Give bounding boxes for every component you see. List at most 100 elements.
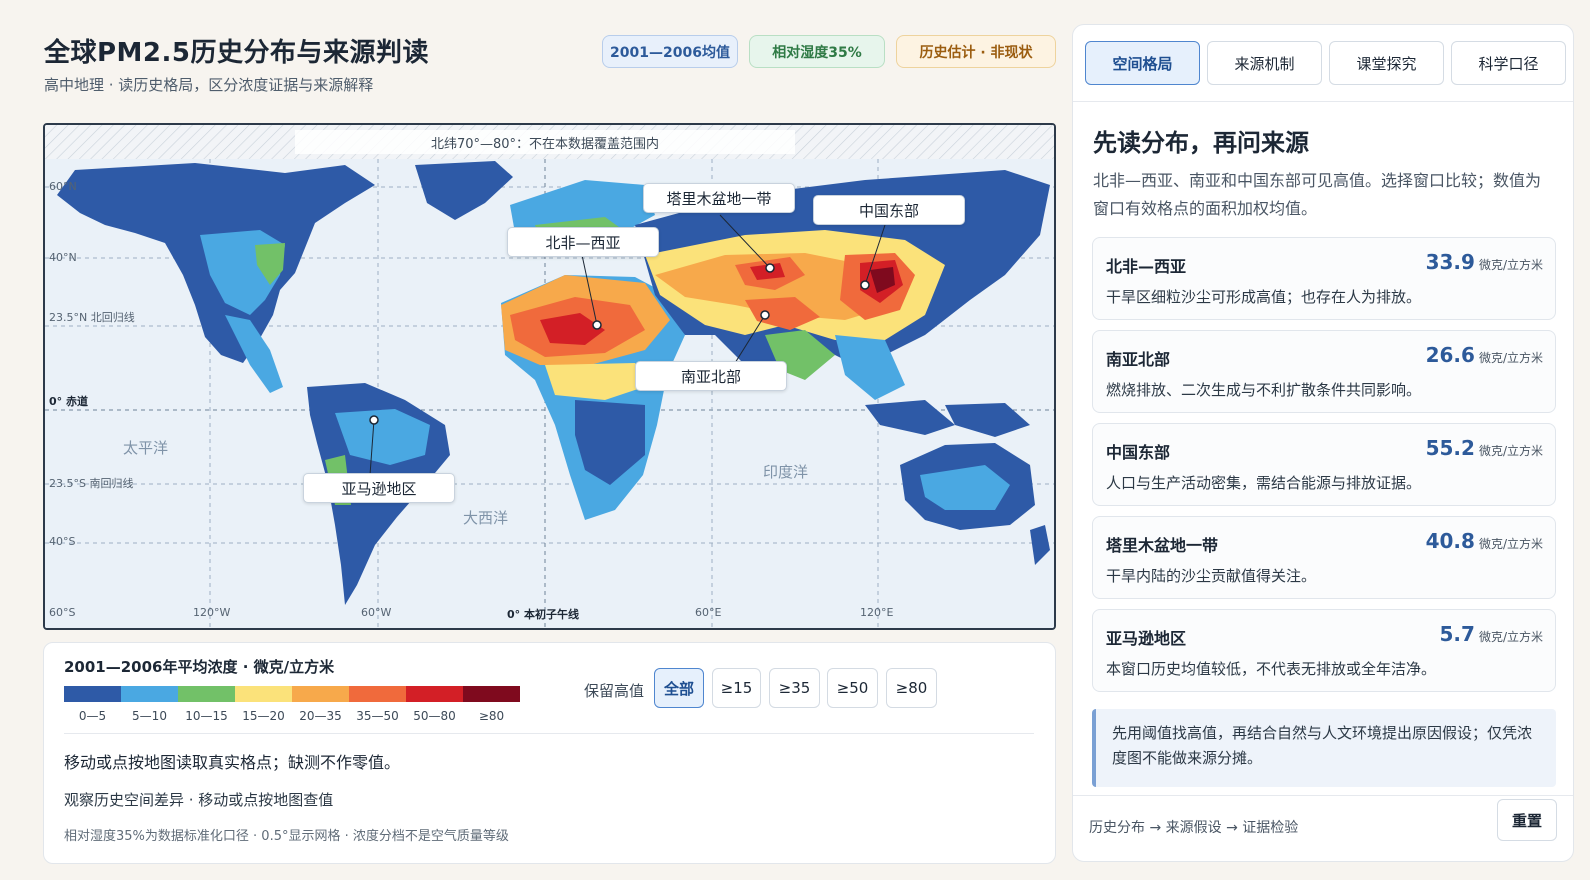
tab-spatial-pattern[interactable]: 空间格局: [1085, 41, 1200, 85]
region-name: 北非—西亚: [1106, 257, 1187, 276]
scale-label-2: 10—15: [185, 709, 228, 723]
ocean-label-atlantic: 大西洋: [463, 509, 509, 527]
region-value: 33.9 微克/立方米: [1426, 250, 1543, 274]
scale-bin-0: [64, 686, 121, 702]
workflow-footer: 历史分布 → 来源假设 → 证据检验: [1089, 820, 1299, 836]
left-panel: 全球PM2.5历史分布与来源判读 高中地理 · 读历史格局，区分浓度证据与来源解…: [0, 0, 1058, 880]
lat-label-tropic-capricorn: 23.5°S 南回归线: [49, 477, 134, 490]
threshold-15-button[interactable]: ≥15: [712, 668, 761, 708]
scale-bin-2: [178, 686, 235, 702]
page-title: 全球PM2.5历史分布与来源判读: [44, 38, 429, 68]
color-scale-labels: 0—5 5—10 10—15 15—20 20—35 35—50 50—80 ≥…: [64, 709, 520, 723]
region-value-unit: 微克/立方米: [1478, 258, 1543, 272]
method-tip: 先用阈值找高值，再结合自然与人文环境提出原因假设；仅凭浓度图不能做来源分摊。: [1092, 709, 1556, 787]
tab-divider: [1073, 101, 1573, 102]
callout-north-africa-west-asia[interactable]: 北非—西亚: [507, 227, 659, 257]
no-data-band-label: 北纬70°—80°：不在本数据覆盖范围内: [295, 130, 795, 154]
map-status: 观察历史空间差异 · 移动或点按地图查值: [64, 791, 334, 809]
threshold-50-button[interactable]: ≥50: [827, 668, 878, 708]
lon-label-120e: 120°E: [860, 606, 894, 619]
tab-bar: 空间格局 来源机制 课堂探究 科学口径: [1085, 41, 1566, 85]
tab-scientific-scope[interactable]: 科学口径: [1451, 41, 1566, 85]
tab-classroom-inquiry[interactable]: 课堂探究: [1329, 41, 1444, 85]
region-card-amazon[interactable]: 亚马逊地区 5.7 微克/立方米 本窗口历史均值较低，不代表无排放或全年洁净。: [1092, 609, 1556, 692]
lat-label-40n: 40°N: [49, 251, 77, 264]
region-value-unit: 微克/立方米: [1478, 351, 1543, 365]
scale-bin-5: [349, 686, 406, 702]
region-desc: 燃烧排放、二次生成与不利扩散条件共同影响。: [1106, 381, 1422, 399]
tab-source-mechanism[interactable]: 来源机制: [1207, 41, 1322, 85]
region-value-number: 5.7: [1439, 622, 1475, 646]
scale-label-0: 0—5: [78, 709, 107, 723]
scale-label-4: 20—35: [299, 709, 342, 723]
scale-bin-7: [463, 686, 520, 702]
lat-label-60s: 60°S: [49, 606, 76, 619]
page-subtitle: 高中地理 · 读历史格局，区分浓度证据与来源解释: [44, 76, 374, 94]
panel-description: 北非—西亚、南亚和中国东部可见高值。选择窗口比较；数值为窗口有效格点的面积加权均…: [1093, 171, 1542, 218]
region-value-unit: 微克/立方米: [1478, 444, 1543, 458]
ocean-label-indian: 印度洋: [763, 463, 809, 481]
region-name: 亚马逊地区: [1106, 629, 1187, 648]
scale-bin-4: [292, 686, 349, 702]
lat-label-tropic-cancer: 23.5°N 北回归线: [49, 311, 135, 324]
threshold-80-button[interactable]: ≥80: [886, 668, 937, 708]
region-value-number: 40.8: [1425, 529, 1475, 553]
lon-label-60w: 60°W: [361, 606, 392, 619]
region-value-unit: 微克/立方米: [1478, 537, 1543, 551]
region-value-number: 33.9: [1425, 250, 1475, 274]
region-name: 南亚北部: [1106, 350, 1171, 369]
region-value-unit: 微克/立方米: [1478, 630, 1543, 644]
callout-amazon[interactable]: 亚马逊地区: [303, 473, 455, 503]
scale-label-7: ≥80: [478, 709, 505, 723]
region-card-north-south-asia[interactable]: 南亚北部 26.6 微克/立方米 燃烧排放、二次生成与不利扩散条件共同影响。: [1092, 330, 1556, 413]
pm25-world-map[interactable]: 北纬70°—80°：不在本数据覆盖范围内 60°N 40°N 23.5°N 北回…: [43, 123, 1056, 630]
panel-heading: 先读分布，再问来源: [1093, 129, 1309, 157]
region-value: 40.8 微克/立方米: [1426, 529, 1543, 553]
ocean-label-pacific: 太平洋: [123, 439, 169, 457]
region-desc: 干旱内陆的沙尘贡献值得关注。: [1106, 567, 1317, 585]
legend-card: 2001—2006年平均浓度 · 微克/立方米 0—5 5—10 10—15 1…: [43, 642, 1056, 864]
humidity-badge: 相对湿度35%: [749, 35, 885, 68]
lon-label-120w: 120°W: [193, 606, 231, 619]
period-badge: 2001—2006均值: [602, 35, 738, 68]
map-hint: 移动或点按地图读取真实格点；缺测不作零值。: [64, 753, 401, 772]
region-desc: 人口与生产活动密集，需结合能源与排放证据。: [1106, 474, 1422, 492]
lat-label-60n: 60°N: [49, 180, 77, 193]
region-name: 塔里木盆地一带: [1106, 536, 1219, 555]
region-name: 中国东部: [1106, 443, 1171, 462]
region-desc: 本窗口历史均值较低，不代表无排放或全年洁净。: [1106, 660, 1437, 678]
region-card-east-china[interactable]: 中国东部 55.2 微克/立方米 人口与生产活动密集，需结合能源与排放证据。: [1092, 423, 1556, 506]
scale-label-1: 5—10: [132, 709, 167, 723]
scale-label-3: 15—20: [242, 709, 285, 723]
callout-tarim-basin[interactable]: 塔里木盆地一带: [643, 183, 795, 213]
region-value: 55.2 微克/立方米: [1426, 436, 1543, 460]
threshold-all-button[interactable]: 全部: [654, 668, 704, 708]
keep-high-label: 保留高值: [584, 682, 645, 700]
region-card-tarim-basin[interactable]: 塔里木盆地一带 40.8 微克/立方米 干旱内陆的沙尘贡献值得关注。: [1092, 516, 1556, 599]
region-value-number: 26.6: [1425, 343, 1475, 367]
region-desc: 干旱区细粒沙尘可形成高值；也存在人为排放。: [1106, 288, 1422, 306]
region-value: 5.7 微克/立方米: [1440, 622, 1543, 646]
reset-button[interactable]: 重置: [1497, 799, 1557, 841]
region-value: 26.6 微克/立方米: [1426, 343, 1543, 367]
lon-label-60e: 60°E: [695, 606, 722, 619]
scale-label-6: 50—80: [413, 709, 456, 723]
legend-title: 2001—2006年平均浓度 · 微克/立方米: [64, 658, 335, 676]
legend-divider: [64, 733, 1034, 734]
lon-label-prime-meridian: 0° 本初子午线: [507, 608, 579, 621]
scale-label-5: 35—50: [356, 709, 399, 723]
right-panel: 空间格局 来源机制 课堂探究 科学口径 先读分布，再问来源 北非—西亚、南亚和中…: [1072, 24, 1574, 862]
scale-bin-6: [406, 686, 463, 702]
region-card-north-africa-west-asia[interactable]: 北非—西亚 33.9 微克/立方米 干旱区细粒沙尘可形成高值；也存在人为排放。: [1092, 237, 1556, 320]
callout-east-china[interactable]: 中国东部: [813, 195, 965, 225]
lat-label-40s: 40°S: [49, 535, 76, 548]
scale-bin-3: [235, 686, 292, 702]
footer-divider: [1073, 795, 1573, 796]
color-scale: [64, 686, 520, 702]
scale-bin-1: [121, 686, 178, 702]
threshold-35-button[interactable]: ≥35: [769, 668, 820, 708]
data-note: 相对湿度35%为数据标准化口径 · 0.5°显示网格 · 浓度分档不是空气质量等…: [64, 829, 509, 844]
callout-north-south-asia[interactable]: 南亚北部: [635, 361, 787, 391]
region-value-number: 55.2: [1425, 436, 1475, 460]
lat-label-equator: 0° 赤道: [49, 395, 88, 408]
